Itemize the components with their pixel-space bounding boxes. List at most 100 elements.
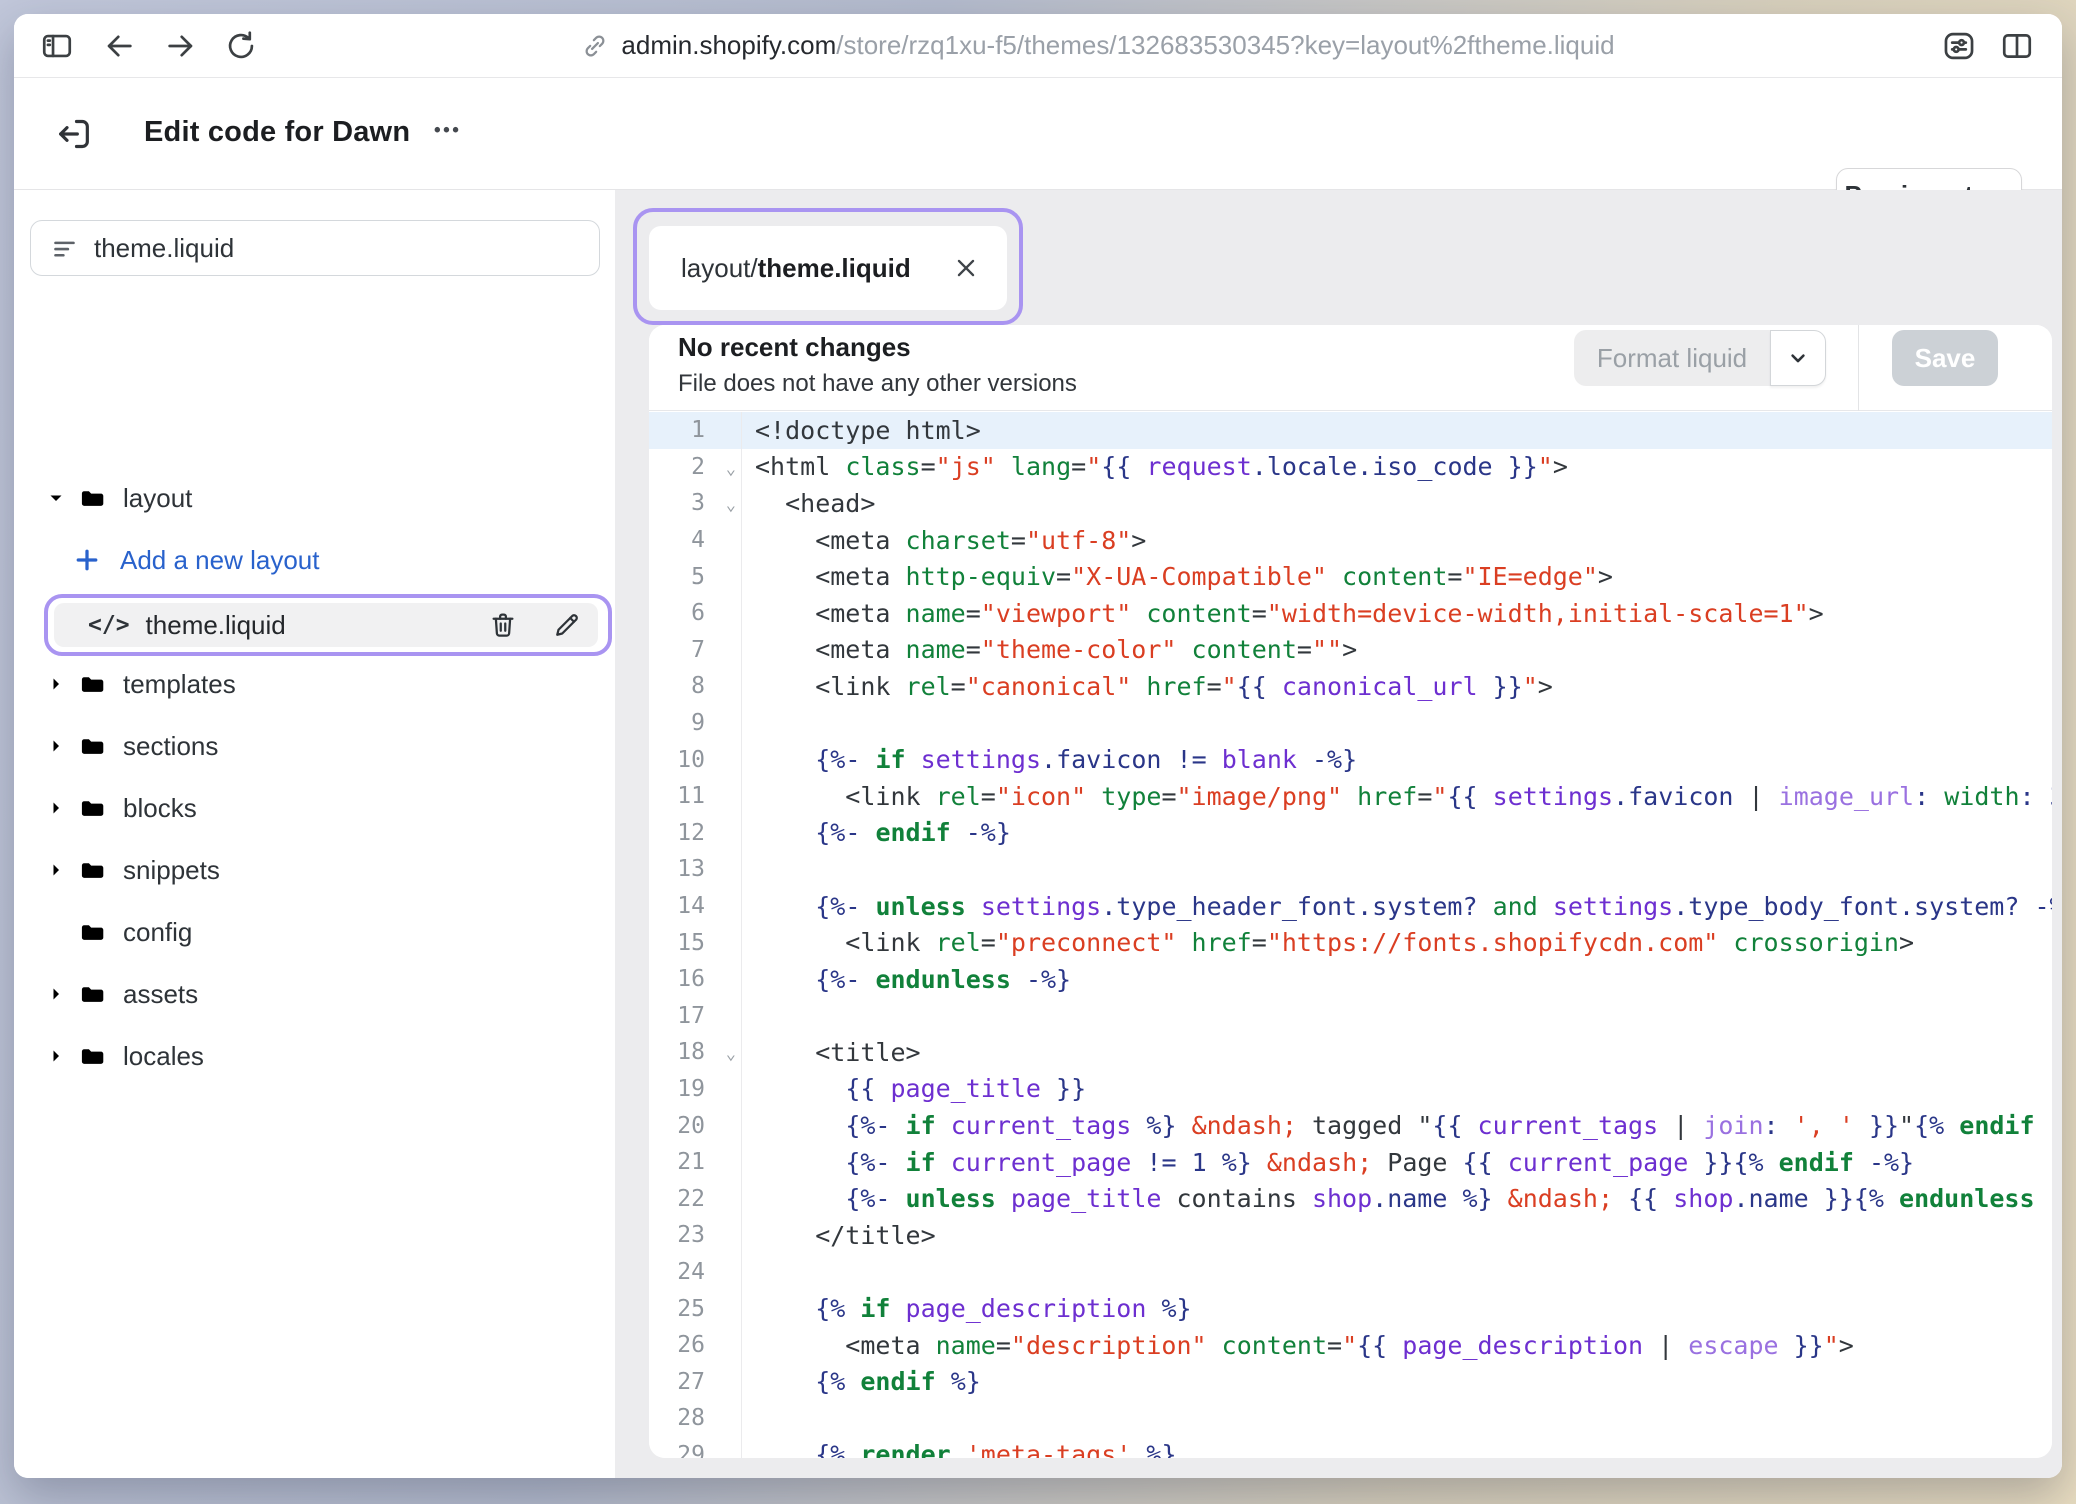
line-number: 23 xyxy=(649,1217,742,1254)
code-line[interactable]: 23 </title> xyxy=(649,1217,2052,1254)
chevron-right-icon[interactable] xyxy=(44,1044,68,1068)
url-path: /store/rzq1xu-f5/themes/132683530345?key… xyxy=(836,30,1614,60)
app-header: Edit code for Dawn ••• Preview store xyxy=(14,78,2062,190)
forward-icon[interactable] xyxy=(164,29,198,63)
folder-label: layout xyxy=(123,483,192,514)
exit-editor-icon[interactable] xyxy=(54,114,94,154)
line-number: 22 xyxy=(649,1180,742,1217)
code-line[interactable]: 16 {%- endunless -%} xyxy=(649,961,2052,998)
add-new-layout-link[interactable]: Add a new layout xyxy=(72,537,319,583)
status-subtitle: File does not have any other versions xyxy=(678,370,1077,398)
code-line[interactable]: 4 <meta charset="utf-8"> xyxy=(649,522,2052,559)
sidebar-item-templates[interactable]: templates xyxy=(14,661,615,707)
sidebar-item-blocks[interactable]: blocks xyxy=(14,785,615,831)
code-line[interactable]: 8 <link rel="canonical" href="{{ canonic… xyxy=(649,668,2052,705)
line-number: 7 xyxy=(649,632,742,669)
chevron-right-icon[interactable] xyxy=(44,734,68,758)
chevron-right-icon[interactable] xyxy=(44,796,68,820)
folder-label: blocks xyxy=(123,793,197,824)
code-line[interactable]: 24 xyxy=(649,1254,2052,1291)
add-layout-label: Add a new layout xyxy=(120,545,319,576)
line-number: 16 xyxy=(649,961,742,998)
chevron-right-icon[interactable] xyxy=(44,858,68,882)
folder-label: locales xyxy=(123,1041,204,1072)
line-number: 6 xyxy=(649,595,742,632)
code-line[interactable]: 13 xyxy=(649,851,2052,888)
address-bar[interactable]: admin.shopify.com/store/rzq1xu-f5/themes… xyxy=(314,14,1882,77)
line-number: 3⌄ xyxy=(649,485,742,522)
selected-file-highlight-ring: </> theme.liquid xyxy=(44,594,612,656)
code-line[interactable]: 25 {% if page_description %} xyxy=(649,1290,2052,1327)
sidebar-toggle-icon[interactable] xyxy=(40,29,74,63)
fold-chevron-icon[interactable]: ⌄ xyxy=(726,1044,736,1064)
line-number: 12 xyxy=(649,815,742,852)
code-line[interactable]: 9 xyxy=(649,705,2052,742)
code-line[interactable]: 1<!doctype html> xyxy=(649,412,2052,449)
code-editor[interactable]: 1<!doctype html>2⌄<html class="js" lang=… xyxy=(649,412,2052,1458)
sidebar-item-snippets[interactable]: snippets xyxy=(14,847,615,893)
line-number: 25 xyxy=(649,1290,742,1327)
rename-file-icon[interactable] xyxy=(552,610,582,640)
browser-window: admin.shopify.com/store/rzq1xu-f5/themes… xyxy=(14,14,2062,1478)
code-line[interactable]: 22 {%- unless page_title contains shop.n… xyxy=(649,1180,2052,1217)
code-line[interactable]: 15 <link rel="preconnect" href="https://… xyxy=(649,924,2052,961)
file-search-input[interactable]: theme.liquid xyxy=(30,220,600,276)
chevron-down-icon[interactable] xyxy=(44,486,68,510)
split-view-icon[interactable] xyxy=(2000,29,2034,63)
code-line[interactable]: 11 <link rel="icon" type="image/png" hre… xyxy=(649,778,2052,815)
code-line[interactable]: 26 <meta name="description" content="{{ … xyxy=(649,1327,2052,1364)
tab-label: layout/theme.liquid xyxy=(681,253,911,284)
code-line[interactable]: 17 xyxy=(649,998,2052,1035)
folder-label: config xyxy=(123,917,192,948)
sidebar-item-sections[interactable]: sections xyxy=(14,723,615,769)
save-button[interactable]: Save xyxy=(1892,330,1998,386)
tab-layout-theme-liquid[interactable]: layout/theme.liquid xyxy=(649,226,1007,310)
chevron-right-icon[interactable] xyxy=(44,672,68,696)
line-number: 1 xyxy=(649,412,742,449)
chevron-down-icon xyxy=(1785,345,1811,371)
line-number: 17 xyxy=(649,998,742,1035)
status-title: No recent changes xyxy=(678,332,911,363)
format-dropdown-button[interactable] xyxy=(1770,330,1826,386)
code-line[interactable]: 29 {% render 'meta-tags' %} xyxy=(649,1437,2052,1458)
line-number: 29 xyxy=(649,1437,742,1458)
format-liquid-split-button: Format liquid xyxy=(1574,330,1826,386)
sidebar-item-theme-liquid[interactable]: </> theme.liquid xyxy=(54,603,598,647)
code-line[interactable]: 20 {%- if current_tags %} &ndash; tagged… xyxy=(649,1107,2052,1144)
page-settings-icon[interactable] xyxy=(1942,29,1976,63)
code-line[interactable]: 14 {%- unless settings.type_header_font.… xyxy=(649,888,2052,925)
fold-chevron-icon[interactable]: ⌄ xyxy=(726,495,736,515)
sidebar-item-locales[interactable]: locales xyxy=(14,1033,615,1079)
line-number: 18⌄ xyxy=(649,1034,742,1071)
sidebar-item-layout[interactable]: layout xyxy=(14,475,615,521)
code-line[interactable]: 7 <meta name="theme-color" content=""> xyxy=(649,632,2052,669)
code-line[interactable]: 10 {%- if settings.favicon != blank -%} xyxy=(649,741,2052,778)
more-actions-icon[interactable]: ••• xyxy=(434,120,461,142)
code-line[interactable]: 3⌄ <head> xyxy=(649,485,2052,522)
code-line[interactable]: 19 {{ page_title }} xyxy=(649,1071,2052,1108)
sidebar-item-config[interactable]: config xyxy=(14,909,615,955)
chevron-right-icon[interactable] xyxy=(44,982,68,1006)
sidebar-item-assets[interactable]: assets xyxy=(14,971,615,1017)
code-line[interactable]: 5 <meta http-equiv="X-UA-Compatible" con… xyxy=(649,558,2052,595)
code-line[interactable]: 28 xyxy=(649,1400,2052,1437)
line-number: 5 xyxy=(649,558,742,595)
line-number: 19 xyxy=(649,1071,742,1108)
back-icon[interactable] xyxy=(102,29,136,63)
search-value: theme.liquid xyxy=(94,233,234,264)
reload-icon[interactable] xyxy=(224,29,258,63)
code-line[interactable]: 6 <meta name="viewport" content="width=d… xyxy=(649,595,2052,632)
delete-file-icon[interactable] xyxy=(488,610,518,640)
folder-icon xyxy=(80,671,107,698)
fold-chevron-icon[interactable]: ⌄ xyxy=(726,459,736,479)
code-line[interactable]: 2⌄<html class="js" lang="{{ request.loca… xyxy=(649,449,2052,486)
line-number: 21 xyxy=(649,1144,742,1181)
format-liquid-button[interactable]: Format liquid xyxy=(1574,330,1770,386)
code-line[interactable]: 18⌄ <title> xyxy=(649,1034,2052,1071)
tab-highlight-ring: layout/theme.liquid xyxy=(633,208,1023,325)
code-line[interactable]: 12 {%- endif -%} xyxy=(649,815,2052,852)
code-line[interactable]: 27 {% endif %} xyxy=(649,1363,2052,1400)
code-file-icon: </> xyxy=(88,612,130,638)
code-line[interactable]: 21 {%- if current_page != 1 %} &ndash; P… xyxy=(649,1144,2052,1181)
close-tab-icon[interactable] xyxy=(953,255,979,281)
